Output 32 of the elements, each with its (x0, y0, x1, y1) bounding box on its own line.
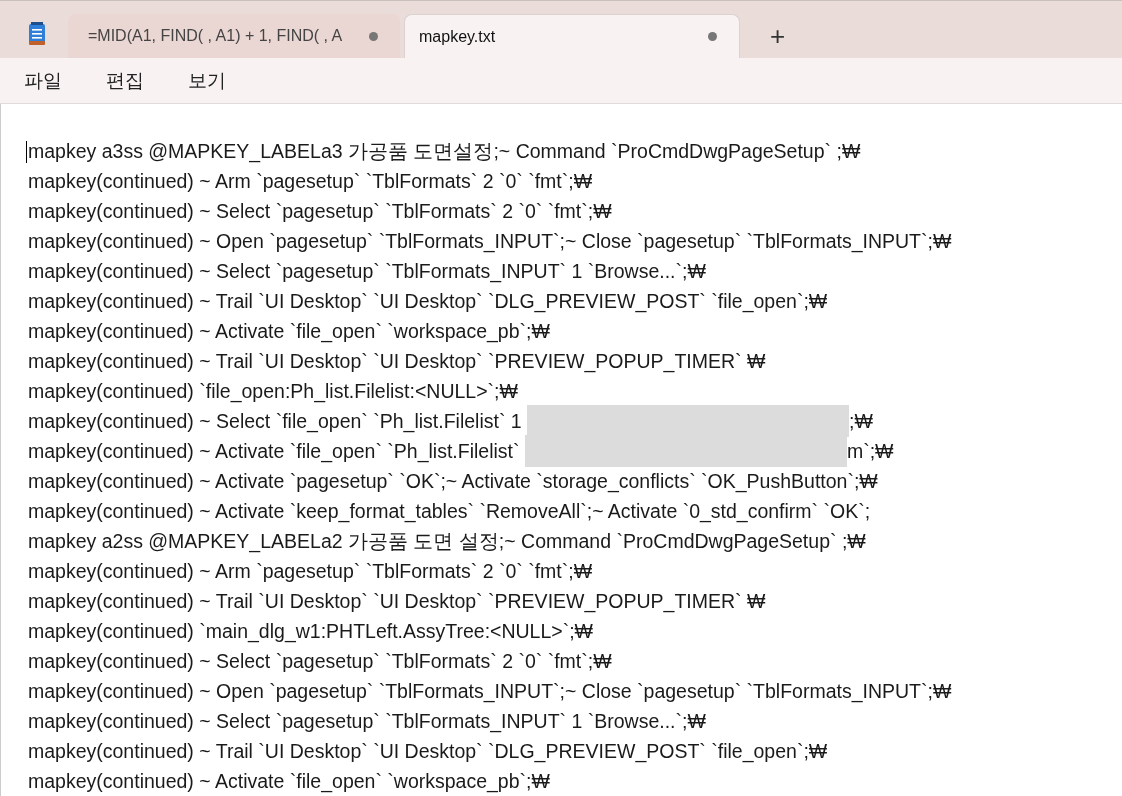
code-line: mapkey(continued) ~ Select `pagesetup` `TblFormats` 2 `0` `fmt`;₩ (28, 649, 612, 674)
code-line: mapkey(continued) ~ Activate `keep_format_tables` `RemoveAll`;~ Activate `0_std_confirm` `OK`; (28, 499, 871, 525)
code-line: mapkey(continued) ~ Trail `UI Desktop` `UI Desktop` `DLG_PREVIEW_POST` `file_open`;₩ (28, 289, 828, 315)
code-line: mapkey(continued) ~ Activate `pagesetup` `OK`;~ Activate `storage_conflicts` `OK_PushButton`;₩ (28, 469, 878, 495)
code-line: mapkey(continued) ~ Arm `pagesetup` `TblFormats` 2 `0` `fmt`;₩ (28, 169, 593, 194)
code-line: mapkey(continued) ~ Trail `UI Desktop` `UI Desktop` `PREVIEW_POPUP_TIMER` ₩ (28, 349, 766, 375)
code-line: mapkey(continued) ~ Activate `file_open` `Ph_list.Filelist` (28, 439, 521, 465)
menu-item[interactable]: 보기 (188, 67, 226, 94)
code-line: mapkey(continued) ~ Select `pagesetup` `TblFormats_INPUT` 1 `Browse...`;₩ (28, 259, 706, 285)
tab[interactable]: =MID(A1, FIND( , A1) + 1, FIND( , A (68, 14, 400, 59)
code-line: mapkey(continued) ~ Select `pagesetup` `TblFormats_INPUT` 1 `Browse...`;₩ (28, 709, 706, 735)
code-line: mapkey(continued) ~ Activate `file_open` `workspace_pb`;₩ (28, 319, 550, 345)
code-line: mapkey(continued) ~ Open `pagesetup` `TblFormats_INPUT`;~ Close `pagesetup` `TblFormats_INPUT`;₩ (28, 229, 952, 255)
code-line: mapkey(continued) ~ Select `file_open` `Ph_list.Filelist` 1 (28, 409, 523, 435)
code-line: mapkey(continued) ~ Open `pagesetup` `TblFormats_INPUT`;~ Close `pagesetup` `TblFormats_INPUT`;₩ (28, 679, 952, 705)
code-line: mapkey(continued) ~ Trail `UI Desktop` `UI Desktop` `DLG_PREVIEW_POST` `file_open`;₩ (28, 739, 828, 765)
code-line: mapkey(continued) ~ Trail `UI Desktop` `UI Desktop` `PREVIEW_POPUP_TIMER` ₩ (28, 589, 766, 615)
tab-title: mapkey.txt (419, 27, 496, 46)
code-line: mapkey(continued) ~ Arm `pagesetup` `TblFormats` 2 `0` `fmt`;₩ (28, 559, 593, 584)
tab[interactable]: mapkey.txt (404, 14, 740, 59)
code-line-end: ;₩ (849, 409, 873, 434)
code-line: mapkey a2ss @MAPKEY_LABELa2 가공품 도면 설정;~ Command `ProCmdDwgPageSetup` ;₩ (28, 529, 866, 555)
code-line: mapkey a3ss @MAPKEY_LABELa3 가공품 도면설정;~ Command `ProCmdDwgPageSetup` ;₩ (28, 139, 861, 165)
code-line: mapkey(continued) `file_open:Ph_list.Filelist:<NULL>`;₩ (28, 379, 518, 405)
code-line-end: m`;₩ (846, 439, 894, 464)
code-line: mapkey(continued) `main_dlg_w1:PHTLeft.AssyTree:<NULL>`;₩ (28, 619, 593, 645)
tab-title: =MID(A1, FIND( , A1) + 1, FIND( , A (88, 27, 343, 46)
new-tab-button[interactable]: + (754, 14, 802, 59)
menu-item[interactable]: 파일 (24, 67, 62, 94)
code-line: mapkey(continued) ~ Activate `file_open` `workspace_pb`;₩ (28, 769, 550, 795)
code-line: mapkey(continued) ~ Select `pagesetup` `TblFormats` 2 `0` `fmt`;₩ (28, 199, 612, 224)
menu-item[interactable]: 편집 (106, 67, 144, 94)
